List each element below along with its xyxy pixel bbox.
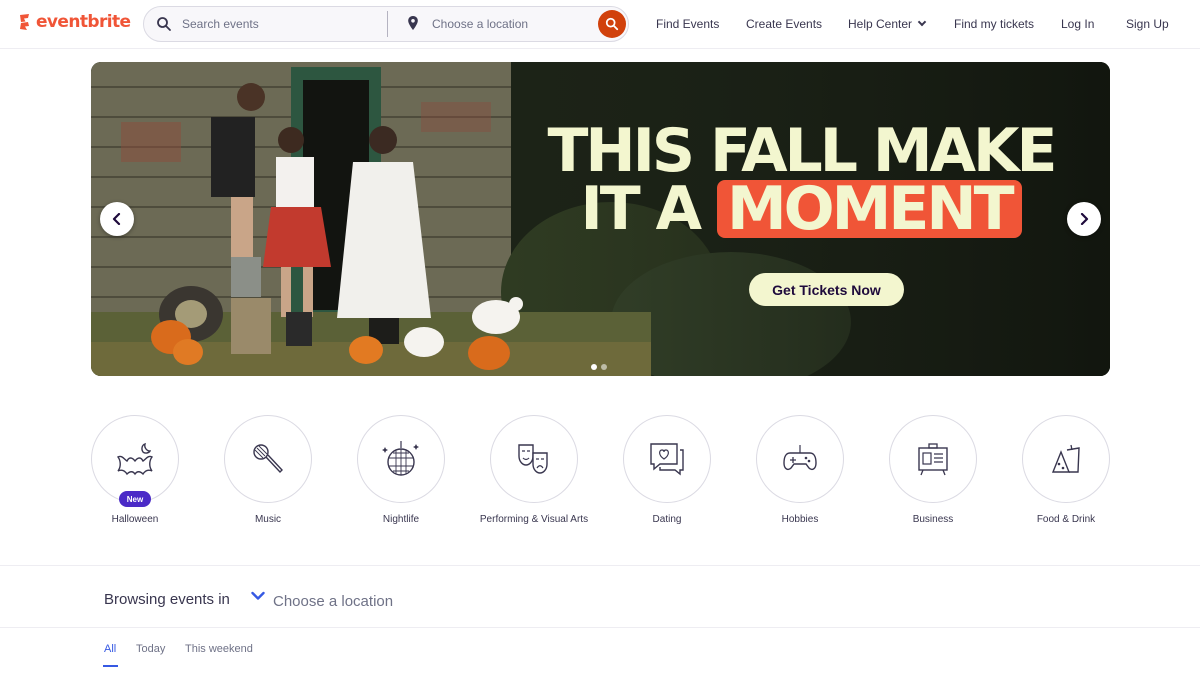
hero-headline: THIS FALL MAKE IT A MOMENT xyxy=(491,116,1110,239)
category-label: Nightlife xyxy=(382,514,420,525)
chat-heart-icon xyxy=(650,443,684,476)
hero-headline-prefix: IT A xyxy=(580,174,702,244)
get-tickets-button[interactable]: Get Tickets Now xyxy=(749,273,904,306)
tab-today[interactable]: Today xyxy=(136,643,165,655)
nav-log-in[interactable]: Log In xyxy=(1061,17,1094,31)
browsing-title: Browsing events in xyxy=(104,591,230,608)
tab-all[interactable]: All xyxy=(104,643,116,655)
carousel-dot[interactable] xyxy=(601,364,607,370)
category-circle xyxy=(756,415,844,503)
category-circle xyxy=(623,415,711,503)
category-circle xyxy=(224,415,312,503)
nav-create-events[interactable]: Create Events xyxy=(746,17,822,31)
location-input[interactable]: Choose a location xyxy=(432,17,528,31)
hero-headline-line-2: IT A MOMENT xyxy=(491,179,1110,239)
chevron-right-icon xyxy=(1080,213,1089,225)
microphone-icon xyxy=(253,444,283,474)
nav-sign-up[interactable]: Sign Up xyxy=(1126,17,1169,31)
active-tab-indicator xyxy=(103,665,118,667)
search-button[interactable] xyxy=(598,10,626,38)
browsing-events-bar: Browsing events in Choose a location xyxy=(0,565,1200,628)
chevron-down-icon[interactable] xyxy=(251,591,265,601)
category-dating[interactable]: Dating xyxy=(602,415,732,526)
chevron-down-icon xyxy=(917,17,927,27)
nav-find-my-tickets[interactable]: Find my tickets xyxy=(954,17,1034,31)
hero-headline-line-1: THIS FALL MAKE xyxy=(547,116,1057,186)
category-label: Performing & Visual Arts xyxy=(479,514,589,525)
carousel-indicators xyxy=(591,364,607,370)
category-label: Hobbies xyxy=(781,514,819,525)
help-center-label: Help Center xyxy=(848,17,913,31)
category-label: Business xyxy=(912,514,954,525)
tab-this-weekend[interactable]: This weekend xyxy=(185,643,253,655)
nav-help-center[interactable]: Help Center xyxy=(848,17,927,31)
category-halloween[interactable]: New Halloween xyxy=(70,415,200,526)
category-label: Halloween xyxy=(111,514,159,525)
category-label: Music xyxy=(254,514,282,525)
eventbrite-logo[interactable]: eventbrite xyxy=(18,12,131,32)
game-controller-icon xyxy=(783,445,817,471)
category-circle xyxy=(357,415,445,503)
search-input[interactable]: Search events xyxy=(182,17,259,31)
browsing-location-select[interactable]: Choose a location xyxy=(273,593,393,610)
hero-headline-highlight: MOMENT xyxy=(716,179,1022,239)
top-navigation: eventbrite Search events Choose a locati… xyxy=(0,0,1200,49)
theater-masks-icon xyxy=(518,444,548,474)
carousel-prev-button[interactable] xyxy=(100,202,134,236)
search-bar: Search events Choose a location xyxy=(143,6,629,42)
category-performing-visual-arts[interactable]: Performing & Visual Arts xyxy=(469,415,599,526)
food-drink-icon xyxy=(1051,444,1080,473)
category-music[interactable]: Music xyxy=(203,415,333,526)
logo-text: eventbrite xyxy=(36,12,131,32)
search-divider xyxy=(387,11,388,37)
chevron-left-icon xyxy=(112,213,121,225)
category-label: Dating xyxy=(652,514,682,525)
category-label: Food & Drink xyxy=(1036,514,1096,525)
category-circle xyxy=(1022,415,1110,503)
disco-ball-icon xyxy=(382,441,419,476)
category-circle xyxy=(889,415,977,503)
nav-find-events[interactable]: Find Events xyxy=(656,17,719,31)
category-hobbies[interactable]: Hobbies xyxy=(735,415,865,526)
category-business[interactable]: Business xyxy=(868,415,998,526)
carousel-next-button[interactable] xyxy=(1067,202,1101,236)
presentation-board-icon xyxy=(918,443,948,476)
hero-carousel[interactable]: THIS FALL MAKE IT A MOMENT Get Tickets N… xyxy=(91,62,1110,376)
new-badge: New xyxy=(119,491,151,507)
carousel-dot[interactable] xyxy=(591,364,597,370)
eventbrite-logo-icon xyxy=(20,14,29,30)
halloween-bat-icon xyxy=(116,442,154,476)
category-circle xyxy=(490,415,578,503)
search-button-icon xyxy=(605,17,619,31)
category-food-drink[interactable]: Food & Drink xyxy=(1001,415,1131,526)
category-circle: New xyxy=(91,415,179,507)
search-icon xyxy=(157,17,171,31)
location-pin-icon xyxy=(408,16,418,30)
category-nightlife[interactable]: Nightlife xyxy=(336,415,466,526)
